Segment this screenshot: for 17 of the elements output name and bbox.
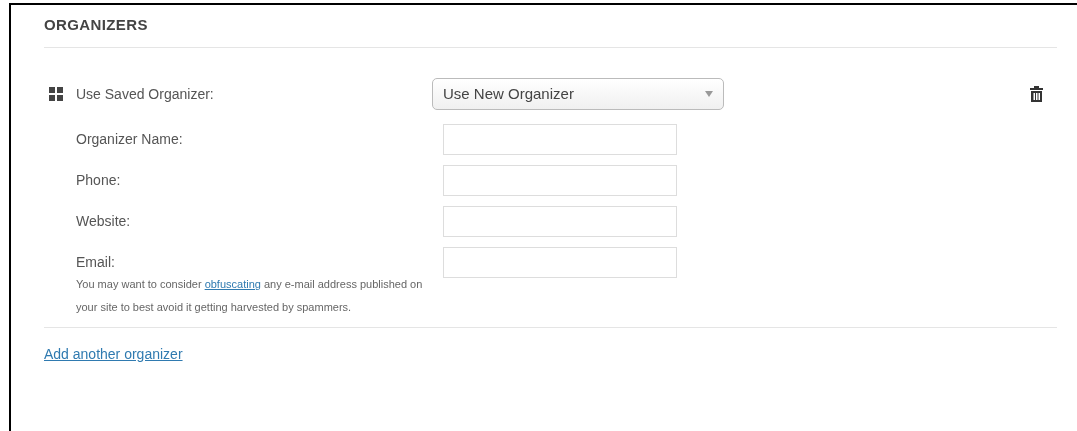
text-input[interactable] [443, 124, 677, 155]
trash-icon[interactable] [1030, 86, 1043, 102]
field-label: Use Saved Organizer: [76, 84, 215, 104]
field-label: Organizer Name: [76, 129, 183, 149]
add-organizer-link[interactable]: Add another organizer [44, 346, 183, 362]
obfuscating-link[interactable]: obfuscating [204, 278, 261, 290]
help-text: You may want to consider obfuscating any e-mail address published on your site to best avoid it getting harvested by spammers. [76, 277, 424, 315]
field-label: Website: [76, 211, 131, 231]
drag-handle-icon[interactable] [49, 87, 63, 101]
text-input[interactable] [443, 206, 677, 237]
dropdown-arrow-icon [705, 91, 713, 97]
organizer-dropdown[interactable]: Use New Organizer [432, 78, 724, 110]
section-title: ORGANIZERS [44, 16, 148, 33]
field-label: Phone: [76, 170, 121, 190]
text-input[interactable] [443, 247, 677, 278]
field-label: Email: [76, 252, 115, 272]
text-input[interactable] [443, 165, 677, 196]
